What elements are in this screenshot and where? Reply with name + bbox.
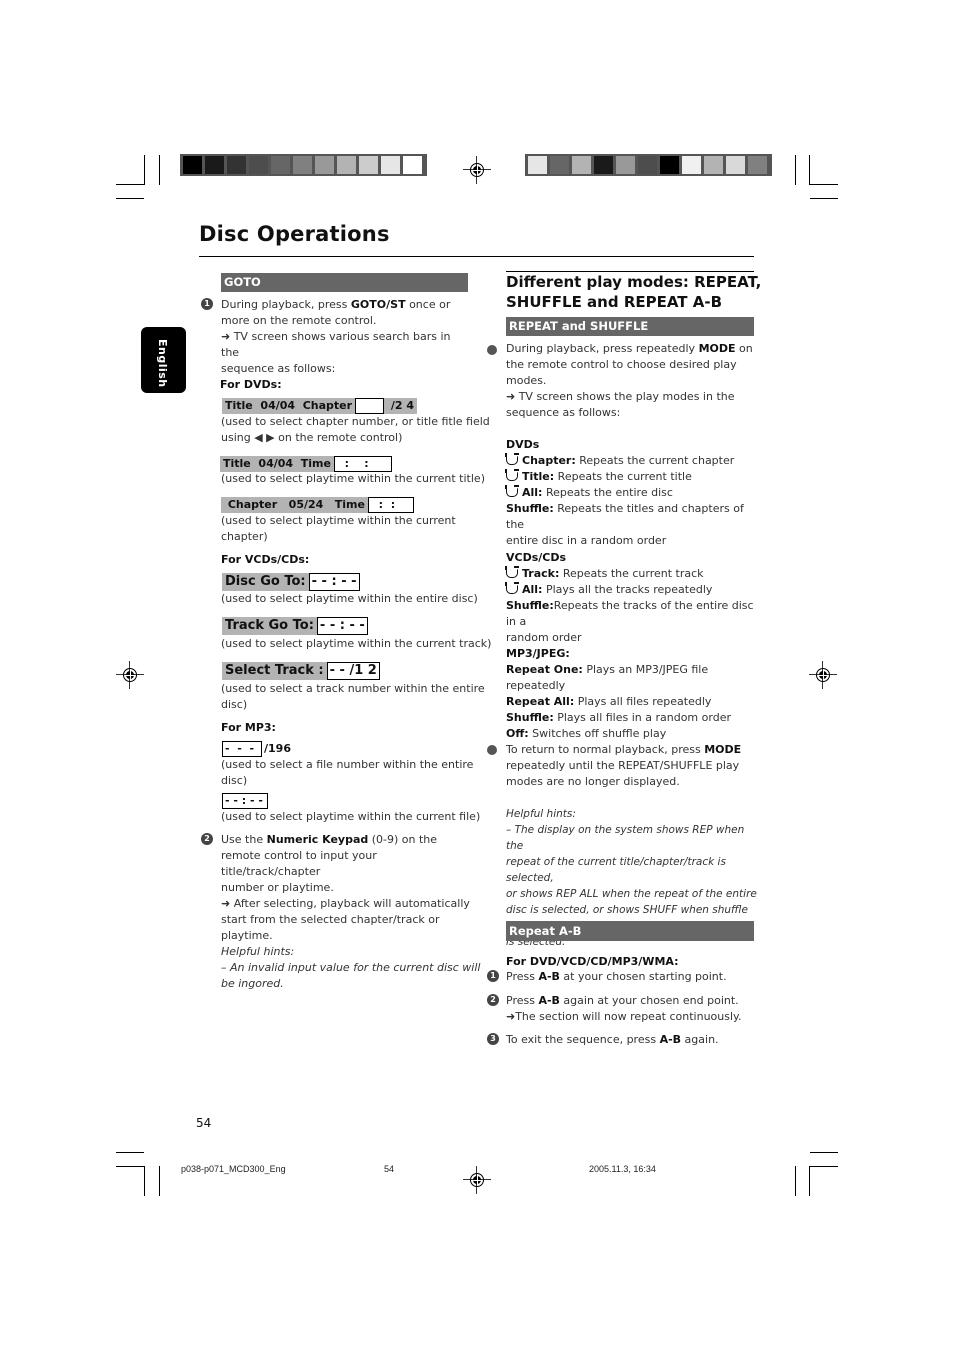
- osd-select-track-bar: Select Track :- - /1 2: [222, 662, 380, 680]
- registration-mark-icon: [116, 661, 144, 689]
- dvd-modes-list: DVDs Chapter: Repeats the current chapte…: [505, 438, 744, 547]
- osd-title-chapter-bar: Title 04/04 Chapter /2 4: [222, 398, 418, 414]
- color-calibration-bar-left: [180, 154, 427, 176]
- vcd-modes-list: VCDs/CDs Track: Repeats the current trac…: [505, 551, 754, 644]
- crop-mark: [795, 1166, 796, 1196]
- language-label: English: [156, 339, 169, 388]
- osd-description: (used to select chapter number, or title…: [221, 415, 490, 444]
- ab-step-3: To exit the sequence, press A-B again.: [506, 1033, 719, 1046]
- osd-mp3-file-bar: - - -/196: [222, 741, 291, 757]
- color-swatch: [205, 156, 224, 174]
- crop-mark: [116, 1166, 144, 1167]
- color-swatch: [528, 156, 547, 174]
- crop-mark: [795, 155, 796, 185]
- registration-mark-icon: [463, 1166, 491, 1194]
- crop-mark: [116, 198, 144, 199]
- osd-mp3-time-bar: - - : - -: [222, 793, 268, 809]
- goto-step-2: Use the Numeric Keypad (0-9) on the remo…: [221, 833, 470, 942]
- color-swatch: [249, 156, 268, 174]
- color-swatch: [337, 156, 356, 174]
- page-title: Disc Operations: [199, 222, 390, 246]
- language-tab: English: [141, 327, 186, 393]
- osd-title-time-bar: Title 04/04 Time : :: [220, 456, 392, 472]
- registration-mark-icon: [809, 661, 837, 689]
- color-swatch: [293, 156, 312, 174]
- crop-mark: [809, 1166, 810, 1196]
- subheading-for-vcds: For VCDs/CDs:: [221, 553, 310, 566]
- crop-mark: [159, 1166, 160, 1196]
- osd-disc-goto-bar: Disc Go To: - - : - -: [222, 573, 360, 591]
- color-calibration-bar-right: [525, 154, 772, 176]
- repeat-icon: [505, 582, 519, 594]
- mp3-modes-list: MP3/JPEG: Repeat One: Plays an MP3/JPEG …: [506, 647, 731, 740]
- color-swatch: [359, 156, 378, 174]
- subheading-for-mp3: For MP3:: [221, 721, 276, 734]
- osd-description: (used to select a track number within th…: [221, 682, 485, 711]
- ab-step-1: Press A-B at your chosen starting point.: [506, 970, 727, 983]
- section-header-repeat-ab: Repeat A-B: [506, 921, 754, 941]
- color-swatch: [271, 156, 290, 174]
- registration-mark-icon: [463, 156, 491, 184]
- color-swatch: [660, 156, 679, 174]
- crop-mark: [116, 1152, 144, 1153]
- repeat-icon: [505, 469, 519, 481]
- color-swatch: [183, 156, 202, 174]
- color-swatch: [572, 156, 591, 174]
- repeat-icon: [505, 566, 519, 578]
- color-swatch: [227, 156, 246, 174]
- subheading-for-dvds: For DVDs:: [220, 378, 282, 391]
- title-divider: [199, 256, 754, 257]
- osd-description: (used to select playtime within the curr…: [221, 514, 456, 543]
- bullet-icon: [487, 345, 497, 355]
- section-header-repeat-shuffle: REPEAT and SHUFFLE: [506, 317, 754, 336]
- color-swatch: [315, 156, 334, 174]
- crop-mark: [809, 155, 810, 185]
- crop-mark: [144, 155, 145, 185]
- footer-timestamp: 2005.11.3, 16:34: [589, 1164, 656, 1174]
- crop-mark: [159, 155, 160, 185]
- footer-page: 54: [384, 1164, 395, 1174]
- goto-step-1: During playback, press GOTO/ST once or m…: [221, 298, 451, 375]
- color-swatch: [638, 156, 657, 174]
- footer-filename: p038-p071_MCD300_Eng: [181, 1164, 286, 1174]
- crop-mark: [116, 184, 144, 185]
- repeat-shuffle-instructions: During playback, press repeatedly MODE o…: [506, 342, 753, 419]
- page-number: 54: [196, 1116, 212, 1130]
- osd-description: (used to select playtime within the curr…: [221, 810, 481, 823]
- osd-track-goto-bar: Track Go To: - - : - -: [222, 617, 368, 635]
- osd-description: (used to select playtime within the curr…: [221, 472, 485, 485]
- color-swatch: [682, 156, 701, 174]
- subheading-ab-formats: For DVD/VCD/CD/MP3/WMA:: [506, 955, 679, 968]
- step-number-icon: 2: [487, 994, 499, 1006]
- crop-mark: [810, 184, 838, 185]
- color-swatch: [748, 156, 767, 174]
- step-number-icon: 3: [487, 1033, 499, 1045]
- color-swatch: [403, 156, 422, 174]
- osd-description: (used to select playtime within the enti…: [221, 592, 478, 605]
- color-swatch: [704, 156, 723, 174]
- osd-description: (used to select a file number within the…: [221, 758, 474, 787]
- step-number-icon: 1: [201, 298, 213, 310]
- bullet-icon: [487, 745, 497, 755]
- crop-mark: [810, 1166, 838, 1167]
- crop-mark: [810, 198, 838, 199]
- color-swatch: [381, 156, 400, 174]
- osd-chapter-time-bar: Chapter 05/24 Time : :: [221, 497, 414, 513]
- step-number-icon: 1: [487, 970, 499, 982]
- repeat-icon: [505, 453, 519, 465]
- osd-description: (used to select playtime within the curr…: [221, 637, 492, 650]
- color-swatch: [616, 156, 635, 174]
- section-heading-play-modes: Different play modes: REPEAT, SHUFFLE an…: [506, 273, 762, 311]
- ab-step-2: Press A-B again at your chosen end point…: [506, 994, 742, 1023]
- color-swatch: [726, 156, 745, 174]
- section-header-goto: GOTO: [221, 273, 468, 292]
- repeat-icon: [505, 485, 519, 497]
- color-swatch: [550, 156, 569, 174]
- return-normal-instructions: To return to normal playback, press MODE…: [506, 743, 742, 788]
- step-number-icon: 2: [201, 833, 213, 845]
- crop-mark: [144, 1166, 145, 1196]
- color-swatch: [594, 156, 613, 174]
- helpful-hints-left: Helpful hints: – An invalid input value …: [221, 945, 481, 990]
- crop-mark: [810, 1152, 838, 1153]
